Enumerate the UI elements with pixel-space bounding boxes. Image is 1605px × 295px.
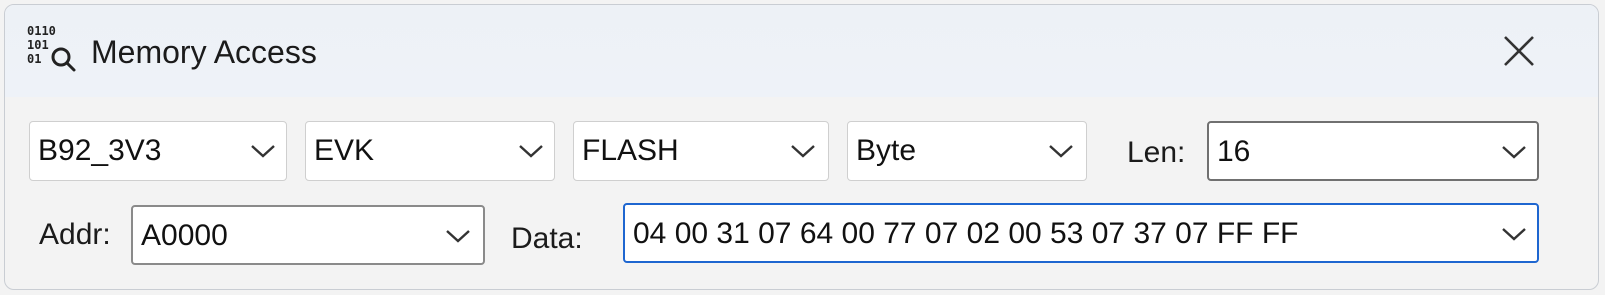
chevron-down-icon — [1502, 146, 1526, 159]
chevron-down-icon — [791, 145, 815, 158]
svg-text:01: 01 — [27, 52, 41, 66]
memory-type-value: FLASH — [582, 134, 679, 167]
data-combo[interactable]: 04 00 31 07 64 00 77 07 02 00 53 07 37 0… — [623, 203, 1539, 263]
length-select[interactable]: 16 — [1207, 121, 1539, 181]
data-width-select[interactable]: Byte — [847, 121, 1087, 181]
binary-search-icon: 0110 101 01 — [27, 24, 76, 72]
memory-type-select[interactable]: FLASH — [573, 121, 829, 181]
close-button[interactable] — [1495, 27, 1543, 75]
chevron-down-icon — [446, 230, 470, 243]
svg-text:101: 101 — [27, 38, 49, 52]
svg-text:0110: 0110 — [27, 24, 56, 38]
close-icon — [1504, 36, 1534, 66]
address-combo[interactable]: A0000 — [131, 205, 485, 265]
chevron-down-icon — [1502, 228, 1526, 241]
len-label: Len: — [1127, 136, 1186, 169]
title-bar: 0110 101 01 Memory Access — [5, 5, 1598, 97]
board-select-value: EVK — [314, 134, 375, 167]
data-label: Data: — [511, 222, 583, 255]
device-select[interactable]: B92_3V3 — [29, 121, 287, 181]
data-width-value: Byte — [856, 134, 917, 167]
memory-access-window: 0110 101 01 Memory Access B92_3V3 EVK FL… — [4, 4, 1599, 290]
chevron-down-icon — [519, 145, 543, 158]
addr-label: Addr: — [39, 218, 111, 251]
data-value: 04 00 31 07 64 00 77 07 02 00 53 07 37 0… — [633, 217, 1299, 250]
device-select-value: B92_3V3 — [38, 134, 162, 167]
window-title: Memory Access — [91, 34, 317, 70]
length-select-value: 16 — [1217, 135, 1251, 168]
address-value: A0000 — [141, 219, 228, 252]
chevron-down-icon — [251, 145, 275, 158]
chevron-down-icon — [1049, 145, 1073, 158]
board-select[interactable]: EVK — [305, 121, 555, 181]
